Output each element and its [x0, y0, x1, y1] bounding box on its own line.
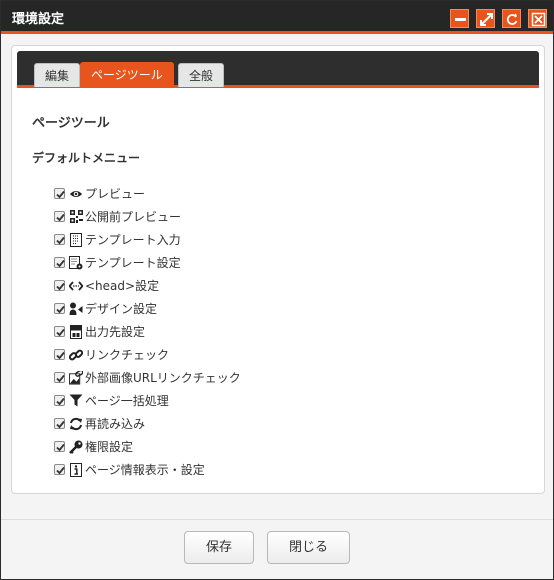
- settings-window: 環境設定 編集 ページツール 全般 ページツール デフォルトメニュー プレビュー…: [0, 0, 554, 580]
- image-link-icon: [69, 370, 83, 385]
- checkbox-head-settings[interactable]: [54, 280, 65, 291]
- section-title: ページツール: [32, 116, 110, 131]
- eye-icon: [69, 187, 83, 201]
- menu-item-label: ページ情報表示・設定: [85, 463, 205, 477]
- info-document-icon: [69, 462, 83, 477]
- tab-bar: 編集 ページツール 全般: [17, 51, 539, 88]
- menu-item-label: 公開前プレビュー: [85, 210, 182, 224]
- checkbox-permission-settings[interactable]: [54, 441, 65, 452]
- menu-item-page-info: ページ情報表示・設定: [54, 458, 241, 481]
- link-icon: [69, 348, 83, 362]
- settings-panel: 編集 ページツール 全般 ページツール デフォルトメニュー プレビュー 公開前プ…: [11, 45, 545, 494]
- checkbox-page-info[interactable]: [54, 464, 65, 475]
- footer-divider: [1, 519, 553, 520]
- close-button-label: 閉じる: [288, 540, 328, 555]
- menu-item-label: プレビュー: [85, 187, 146, 201]
- tab-page-tools-label: ページツール: [91, 68, 163, 82]
- filter-icon: [69, 394, 83, 408]
- menu-item-label: デザイン設定: [85, 302, 158, 316]
- checkbox-template-input[interactable]: [54, 234, 65, 245]
- menu-item-preview: プレビュー: [54, 182, 241, 205]
- design-icon: [69, 302, 83, 316]
- template-document-icon: [69, 232, 83, 247]
- menu-item-label: 出力先設定: [85, 325, 146, 339]
- tab-page-tools[interactable]: ページツール: [80, 62, 174, 88]
- close-icon: [531, 12, 546, 27]
- checkbox-template-settings[interactable]: [54, 257, 65, 268]
- checkbox-preview[interactable]: [54, 188, 65, 199]
- menu-item-template-settings: テンプレート設定: [54, 251, 241, 274]
- subsection-title: デフォルトメニュー: [32, 151, 141, 165]
- menu-item-reload: 再読み込み: [54, 412, 241, 435]
- menu-item-head-settings: <head>設定: [54, 274, 241, 297]
- maximize-button[interactable]: [476, 9, 495, 28]
- output-icon: [69, 324, 83, 339]
- menu-item-external-image-link-check: 外部画像URLリンクチェック: [54, 366, 241, 389]
- close-button[interactable]: [528, 9, 547, 28]
- menu-item-label: リンクチェック: [85, 348, 170, 362]
- tab-general-label: 全般: [189, 69, 214, 83]
- menu-item-permission-settings: 権限設定: [54, 435, 241, 458]
- tab-edit-label: 編集: [45, 69, 70, 83]
- checkbox-prepublish-preview[interactable]: [54, 211, 65, 222]
- save-button-label: 保存: [205, 540, 232, 555]
- default-menu-list: プレビュー 公開前プレビュー テンプレート入力 テンプレート設定 <head>設…: [54, 182, 241, 481]
- title-bar: 環境設定: [1, 1, 553, 34]
- menu-item-label: テンプレート設定: [85, 256, 181, 270]
- reload-icon: [69, 417, 83, 431]
- minimize-button[interactable]: [450, 9, 469, 28]
- checkbox-external-image-link-check[interactable]: [54, 372, 65, 383]
- menu-item-design-settings: デザイン設定: [54, 297, 241, 320]
- checkbox-batch-processing[interactable]: [54, 395, 65, 406]
- checkbox-output-settings[interactable]: [54, 326, 65, 337]
- menu-item-label: ページ一括処理: [85, 394, 169, 408]
- expand-icon: [480, 13, 493, 26]
- save-button[interactable]: 保存: [184, 531, 254, 564]
- checkbox-reload[interactable]: [54, 418, 65, 429]
- refresh-icon: [506, 13, 518, 25]
- menu-item-batch-processing: ページ一括処理: [54, 389, 241, 412]
- refresh-button[interactable]: [502, 9, 521, 28]
- menu-item-label: テンプレート入力: [85, 233, 181, 247]
- tab-general[interactable]: 全般: [178, 63, 225, 87]
- menu-item-label: 権限設定: [85, 440, 134, 454]
- menu-item-output-settings: 出力先設定: [54, 320, 241, 343]
- checkbox-design-settings[interactable]: [54, 303, 65, 314]
- window-title: 環境設定: [12, 12, 65, 27]
- key-icon: [69, 440, 83, 454]
- tab-edit[interactable]: 編集: [34, 63, 81, 87]
- menu-item-label: <head>設定: [85, 279, 160, 293]
- menu-item-label: 外部画像URLリンクチェック: [85, 371, 241, 385]
- menu-item-prepublish-preview: 公開前プレビュー: [54, 205, 241, 228]
- code-arrows-icon: [69, 279, 83, 293]
- close-dialog-button[interactable]: 閉じる: [267, 531, 350, 564]
- minimize-icon: [455, 18, 466, 21]
- menu-item-template-input: テンプレート入力: [54, 228, 241, 251]
- qr-code-icon: [69, 210, 83, 224]
- menu-item-label: 再読み込み: [85, 417, 146, 431]
- template-settings-icon: [69, 255, 83, 270]
- checkbox-link-check[interactable]: [54, 349, 65, 360]
- menu-item-link-check: リンクチェック: [54, 343, 241, 366]
